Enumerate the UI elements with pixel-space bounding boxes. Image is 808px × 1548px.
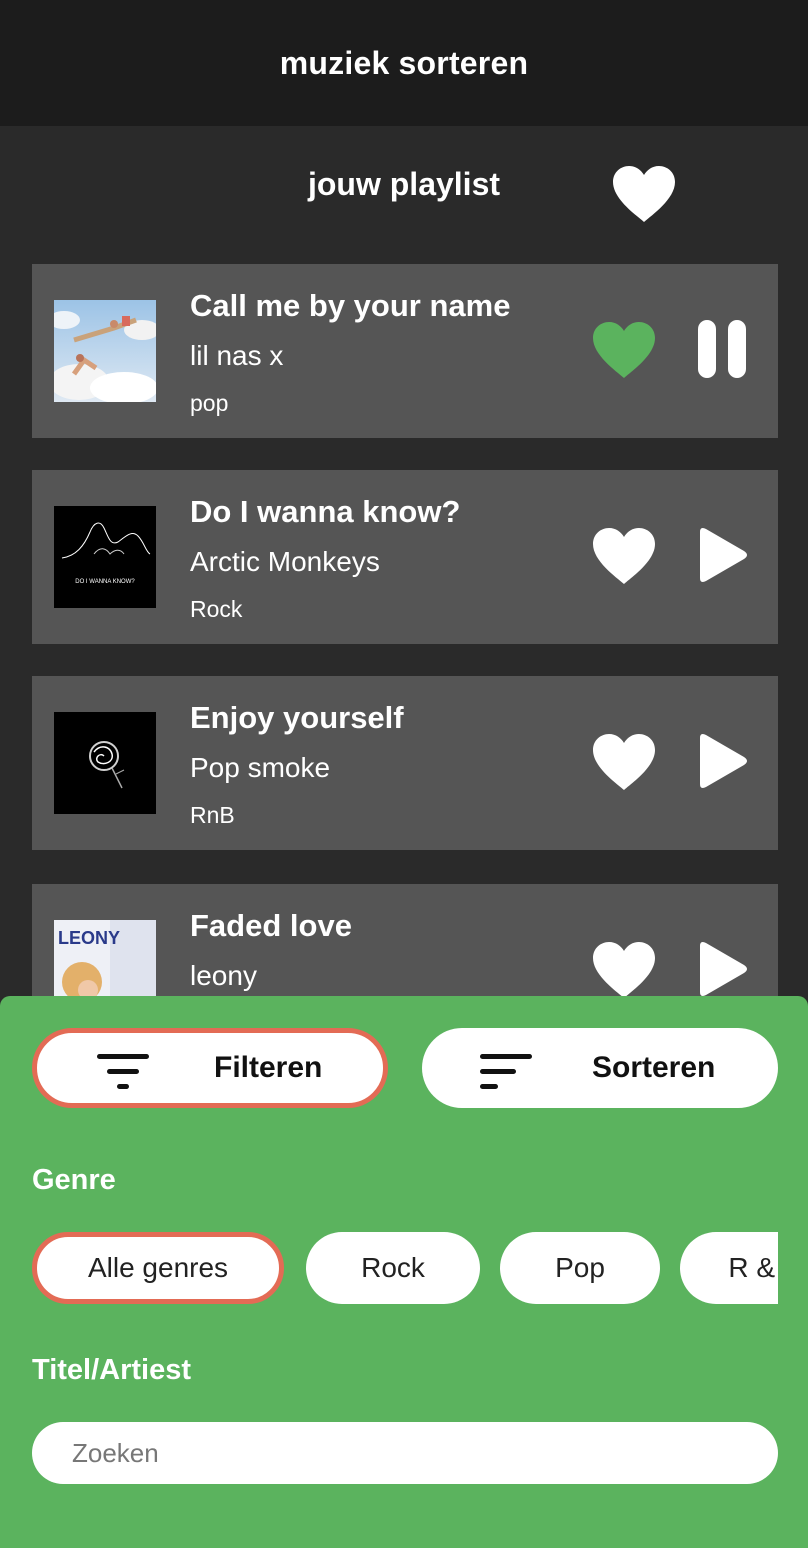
sort-icon xyxy=(480,1054,532,1089)
song-card[interactable]: Call me by your name lil nas x pop xyxy=(32,264,778,438)
song-artist: lil nas x xyxy=(190,340,284,371)
play-icon[interactable] xyxy=(694,732,750,792)
genre-chips: Alle genres Rock Pop R & B xyxy=(32,1232,778,1306)
filter-panel: Filteren Sorteren Genre Alle genres Rock… xyxy=(0,996,808,1548)
song-card[interactable]: LEONY Faded love leony xyxy=(32,884,778,996)
song-title: Do I wanna know? xyxy=(190,494,461,529)
play-icon[interactable] xyxy=(694,940,750,996)
cover-text: DO I WANNA KNOW? xyxy=(75,579,135,585)
sort-label: Sorteren xyxy=(592,1051,716,1084)
pause-icon[interactable] xyxy=(694,320,750,380)
song-card[interactable]: DO I WANNA KNOW? Do I wanna know? Arctic… xyxy=(32,470,778,644)
filter-icon xyxy=(97,1054,149,1089)
genre-label: Genre xyxy=(32,1164,116,1196)
heart-icon[interactable] xyxy=(610,164,678,224)
album-cover xyxy=(54,712,156,814)
song-genre: pop xyxy=(190,390,229,416)
heart-icon[interactable] xyxy=(590,320,658,380)
playlist-header: jouw playlist xyxy=(0,126,808,256)
song-genre: RnB xyxy=(190,802,235,828)
song-card[interactable]: Enjoy yourself Pop smoke RnB xyxy=(32,676,778,850)
heart-icon[interactable] xyxy=(590,940,658,996)
song-artist: Arctic Monkeys xyxy=(190,546,380,577)
search-input[interactable] xyxy=(32,1422,778,1484)
search-label: Titel/Artiest xyxy=(32,1354,192,1386)
top-bar: muziek sorteren xyxy=(0,0,808,126)
album-cover: LEONY xyxy=(54,920,156,996)
song-artist: leony xyxy=(190,960,257,991)
song-title: Enjoy yourself xyxy=(190,700,404,735)
sort-button[interactable]: Sorteren xyxy=(422,1028,778,1108)
cover-text: LEONY xyxy=(58,928,120,948)
genre-chip-rnb[interactable]: R & B xyxy=(680,1232,778,1304)
filter-label: Filteren xyxy=(214,1051,323,1084)
heart-icon[interactable] xyxy=(590,732,658,792)
genre-chip-all[interactable]: Alle genres xyxy=(32,1232,284,1304)
app-title: muziek sorteren xyxy=(279,44,529,81)
heart-icon[interactable] xyxy=(590,526,658,586)
album-cover xyxy=(54,300,156,402)
song-genre: Rock xyxy=(190,596,243,622)
filter-button[interactable]: Filteren xyxy=(32,1028,388,1108)
song-title: Call me by your name xyxy=(190,288,511,323)
genre-chip-pop[interactable]: Pop xyxy=(500,1232,660,1304)
song-title: Faded love xyxy=(190,908,352,943)
song-artist: Pop smoke xyxy=(190,752,331,783)
play-icon[interactable] xyxy=(694,526,750,586)
playlist-title: jouw playlist xyxy=(307,166,501,202)
genre-chip-rock[interactable]: Rock xyxy=(306,1232,480,1304)
song-list: Call me by your name lil nas x pop DO I … xyxy=(32,264,778,996)
album-cover: DO I WANNA KNOW? xyxy=(54,506,156,608)
